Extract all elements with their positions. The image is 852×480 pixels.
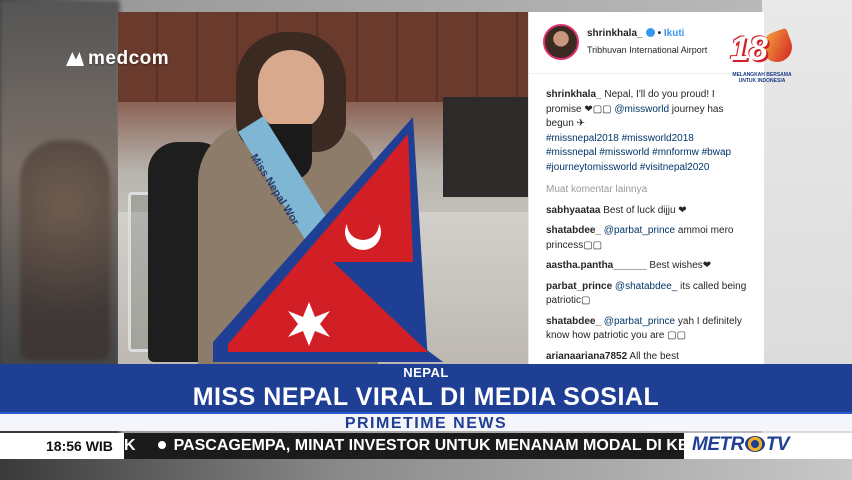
comment-text: Best wishes❤ bbox=[646, 260, 712, 271]
caption-mention[interactable]: @missworld bbox=[614, 104, 669, 115]
comment-author[interactable]: shatabdee_ bbox=[546, 225, 601, 236]
comment-text: Best of luck dijju ❤ bbox=[600, 204, 687, 216]
caption-author[interactable]: shrinkhala_ bbox=[546, 89, 602, 100]
comment-mention[interactable]: @parbat_prince bbox=[601, 225, 675, 236]
anniversary-badge: 18 MELANGKAH BERSAMA UNTUK INDONESIA bbox=[726, 27, 798, 90]
broadcast-frame: Miss Nepal Wor medcom shrinkhala_ • Ikuti… bbox=[0, 0, 852, 480]
bullet-icon bbox=[157, 440, 166, 449]
verified-badge-icon bbox=[645, 28, 655, 37]
post-author: shrinkhala_ • Ikuti bbox=[587, 28, 685, 39]
comment-mention[interactable]: @parbat_prince bbox=[601, 316, 675, 327]
location-link[interactable]: Tribhuvan International Airport bbox=[587, 45, 707, 55]
ticker-headline: PASCAGEMPA, MINAT INVESTOR UNTUK MENANAM… bbox=[173, 437, 684, 454]
comment-author[interactable]: parbat_prince bbox=[546, 281, 612, 292]
comment-text: All the best bbox=[627, 350, 679, 362]
metrotv-logo: METR TV bbox=[684, 433, 852, 459]
story-tag: NEPAL bbox=[0, 364, 852, 382]
eye-icon bbox=[744, 436, 765, 452]
anniversary-number: 18 bbox=[730, 30, 768, 68]
clock: 18:56 WIB bbox=[0, 433, 124, 459]
news-photo: Miss Nepal Wor bbox=[118, 12, 528, 364]
news-ticker: 18:56 WIB K PASCAGEMPA, MINAT INVESTOR UN… bbox=[0, 433, 852, 459]
comment-author[interactable]: shatabdee_ bbox=[546, 316, 601, 327]
load-more-comments[interactable]: Muat komentar lainnya bbox=[546, 183, 747, 198]
comment-author[interactable]: arianaariana7852 bbox=[546, 351, 627, 362]
comment-item: arianaariana7852 All the best bbox=[546, 350, 747, 365]
bottom-strip bbox=[0, 459, 852, 480]
comment-item: shatabdee_ @parbat_prince yah I definite… bbox=[546, 315, 747, 344]
tv-word: TV bbox=[765, 434, 790, 455]
comment-mention[interactable]: @shatabdee_ bbox=[612, 281, 677, 292]
medcom-mark-icon bbox=[66, 52, 84, 66]
comment-author[interactable]: sabhyaataa bbox=[546, 205, 600, 216]
ticker-text: K PASCAGEMPA, MINAT INVESTOR UNTUK MENANA… bbox=[124, 433, 684, 459]
comment-list: sabhyaataa Best of luck dijju ❤ shatabdee… bbox=[546, 204, 747, 365]
caption-hashtags[interactable]: #missnepal2018 #missworld2018 #missnepal… bbox=[546, 133, 731, 173]
follow-button[interactable]: Ikuti bbox=[664, 28, 685, 39]
metro-word: METR bbox=[692, 434, 744, 455]
anniversary-tagline: MELANGKAH BERSAMA UNTUK INDONESIA bbox=[732, 72, 792, 84]
post-body: shrinkhala_ Nepal, I'll do you proud! I … bbox=[529, 74, 747, 364]
caption: shrinkhala_ Nepal, I'll do you proud! I … bbox=[546, 88, 747, 175]
comment-item: sabhyaataa Best of luck dijju ❤ bbox=[546, 204, 747, 219]
username-link[interactable]: shrinkhala_ bbox=[587, 28, 643, 39]
nepal-flag-icon bbox=[213, 117, 443, 362]
program-name: PRIMETIME NEWS bbox=[0, 412, 852, 432]
comment-item: shatabdee_ @parbat_prince ammoi mero pri… bbox=[546, 224, 747, 253]
comment-item: aastha.pantha______ Best wishes❤ bbox=[546, 259, 747, 274]
ticker-prefix: K bbox=[124, 437, 136, 454]
story-headline: MISS NEPAL VIRAL DI MEDIA SOSIAL bbox=[0, 382, 852, 412]
medcom-wordmark: medcom bbox=[88, 48, 170, 69]
comment-item: parbat_prince @shatabdee_ its called bei… bbox=[546, 280, 747, 309]
avatar[interactable] bbox=[543, 24, 579, 60]
medcom-logo: medcom bbox=[66, 48, 169, 70]
comment-author[interactable]: aastha.pantha______ bbox=[546, 260, 647, 271]
